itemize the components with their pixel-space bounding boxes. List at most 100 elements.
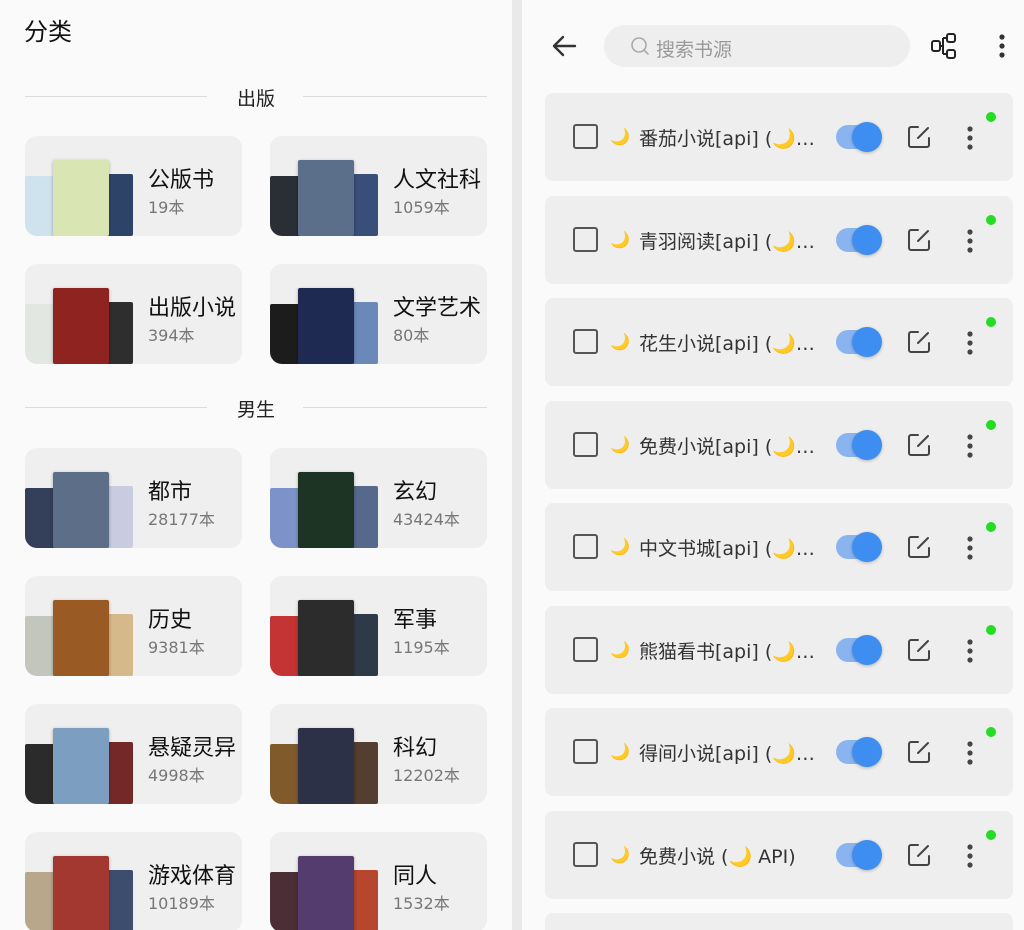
toggle-knob bbox=[852, 737, 882, 767]
moon-icon: 🌙 bbox=[610, 639, 630, 659]
source-row[interactable]: 🌙 免费小说 (🌙 API) bbox=[545, 810, 1013, 899]
category-card[interactable]: 军事 1195本 bbox=[270, 576, 487, 676]
moon-icon: 🌙 bbox=[610, 127, 630, 146]
more-vert-icon[interactable] bbox=[998, 33, 1006, 59]
book-cover bbox=[105, 174, 133, 236]
edit-icon[interactable] bbox=[906, 637, 932, 663]
source-checkbox[interactable] bbox=[573, 739, 598, 764]
moon-icon: 🌙 bbox=[610, 742, 630, 761]
source-checkbox[interactable] bbox=[573, 226, 598, 252]
book-cover bbox=[298, 288, 354, 364]
category-count: 4998本 bbox=[148, 766, 205, 785]
edit-icon[interactable] bbox=[906, 227, 932, 253]
source-checkbox[interactable] bbox=[573, 329, 598, 354]
more-vert-icon[interactable] bbox=[966, 843, 974, 869]
moon-icon: 🌙 bbox=[610, 844, 630, 864]
enable-toggle[interactable] bbox=[836, 532, 882, 562]
category-count: 43424本 bbox=[393, 510, 460, 529]
cover-stack bbox=[270, 288, 380, 364]
edit-icon[interactable] bbox=[906, 432, 932, 458]
search-input[interactable]: 搜索书源 bbox=[656, 35, 732, 62]
source-row[interactable]: 🌙 花生小说[api] (🌙… bbox=[545, 298, 1013, 386]
category-card[interactable]: 公版书 19本 bbox=[25, 136, 242, 236]
category-card[interactable]: 游戏体育 10189本 bbox=[25, 832, 242, 930]
enable-toggle[interactable] bbox=[836, 224, 882, 255]
status-dot bbox=[986, 112, 996, 122]
source-row[interactable]: 🌙 中文书城[api] (🌙… bbox=[545, 503, 1013, 591]
enable-toggle[interactable] bbox=[836, 839, 882, 870]
source-row-partial[interactable] bbox=[545, 913, 1013, 930]
category-name: 历史 bbox=[148, 608, 193, 633]
source-group-icon[interactable] bbox=[930, 32, 958, 60]
moon-icon: 🌙 bbox=[610, 332, 630, 351]
moon-icon: 🌙 bbox=[610, 434, 630, 454]
category-name: 公版书 bbox=[148, 168, 215, 193]
category-card[interactable]: 都市 28177本 bbox=[25, 448, 242, 548]
category-count: 1532本 bbox=[393, 894, 450, 913]
book-cover bbox=[105, 486, 133, 548]
source-row[interactable]: 🌙 得间小说[api] (🌙… bbox=[545, 708, 1013, 796]
more-vert-icon[interactable] bbox=[966, 740, 974, 766]
category-name: 同人 bbox=[393, 864, 438, 889]
source-row[interactable]: 🌙 青羽阅读[api] (🌙… bbox=[545, 195, 1013, 284]
categories-panel: 分类 出版 公版书 19本 人文社科 1059本 出版小说 394本 文学艺术 … bbox=[0, 0, 512, 930]
status-dot bbox=[986, 624, 996, 635]
category-card[interactable]: 文学艺术 80本 bbox=[270, 264, 487, 364]
book-cover bbox=[350, 486, 378, 548]
source-row[interactable]: 🌙 熊猫看书[api] (🌙… bbox=[545, 605, 1013, 694]
source-row[interactable]: 🌙 番茄小说[api] (🌙… bbox=[545, 93, 1013, 181]
edit-icon[interactable] bbox=[906, 534, 932, 560]
category-card[interactable]: 人文社科 1059本 bbox=[270, 136, 487, 236]
enable-toggle[interactable] bbox=[836, 122, 882, 152]
book-cover bbox=[350, 870, 378, 930]
toggle-knob bbox=[852, 327, 882, 357]
book-cover bbox=[53, 472, 109, 548]
more-vert-icon[interactable] bbox=[966, 125, 974, 151]
moon-icon: 🌙 bbox=[610, 229, 630, 249]
book-cover bbox=[53, 288, 109, 364]
back-arrow-icon[interactable] bbox=[550, 32, 578, 60]
book-cover bbox=[105, 870, 133, 930]
enable-toggle[interactable] bbox=[836, 327, 882, 357]
more-vert-icon[interactable] bbox=[966, 330, 974, 356]
more-vert-icon[interactable] bbox=[966, 535, 974, 561]
book-cover bbox=[298, 472, 354, 548]
source-row[interactable]: 🌙 免费小说[api] (🌙… bbox=[545, 400, 1013, 489]
enable-toggle[interactable] bbox=[836, 634, 882, 665]
category-card[interactable]: 玄幻 43424本 bbox=[270, 448, 487, 548]
category-card[interactable]: 历史 9381本 bbox=[25, 576, 242, 676]
cover-stack bbox=[270, 472, 380, 548]
category-count: 80本 bbox=[393, 326, 430, 345]
more-vert-icon[interactable] bbox=[966, 638, 974, 664]
category-card[interactable]: 出版小说 394本 bbox=[25, 264, 242, 364]
search-icon bbox=[631, 37, 649, 55]
cover-stack bbox=[270, 160, 380, 236]
category-card[interactable]: 悬疑灵异 4998本 bbox=[25, 704, 242, 804]
category-name: 科幻 bbox=[393, 736, 438, 761]
edit-icon[interactable] bbox=[906, 124, 932, 150]
category-card[interactable]: 同人 1532本 bbox=[270, 832, 487, 930]
category-name: 都市 bbox=[148, 480, 193, 505]
more-vert-icon[interactable] bbox=[966, 433, 974, 459]
source-checkbox[interactable] bbox=[573, 431, 598, 457]
category-card[interactable]: 科幻 12202本 bbox=[270, 704, 487, 804]
cover-stack bbox=[25, 600, 135, 676]
book-cover bbox=[105, 302, 133, 364]
source-checkbox[interactable] bbox=[573, 841, 598, 867]
book-cover bbox=[53, 160, 109, 236]
edit-icon[interactable] bbox=[906, 739, 932, 765]
more-vert-icon[interactable] bbox=[966, 228, 974, 254]
enable-toggle[interactable] bbox=[836, 737, 882, 767]
status-dot bbox=[986, 317, 996, 327]
enable-toggle[interactable] bbox=[836, 429, 882, 460]
source-list: 🌙 番茄小说[api] (🌙… 🌙 青羽阅读[api] (🌙… 🌙 花生小说[a… bbox=[545, 93, 1013, 930]
source-checkbox[interactable] bbox=[573, 636, 598, 662]
cover-stack bbox=[270, 856, 380, 930]
source-checkbox[interactable] bbox=[573, 124, 598, 149]
search-bar[interactable]: 搜索书源 bbox=[604, 25, 910, 67]
edit-icon[interactable] bbox=[906, 842, 932, 868]
source-checkbox[interactable] bbox=[573, 534, 598, 559]
book-cover bbox=[105, 614, 133, 676]
edit-icon[interactable] bbox=[906, 329, 932, 355]
category-grid-male: 都市 28177本 玄幻 43424本 历史 9381本 军事 1195本 悬疑… bbox=[25, 448, 487, 930]
